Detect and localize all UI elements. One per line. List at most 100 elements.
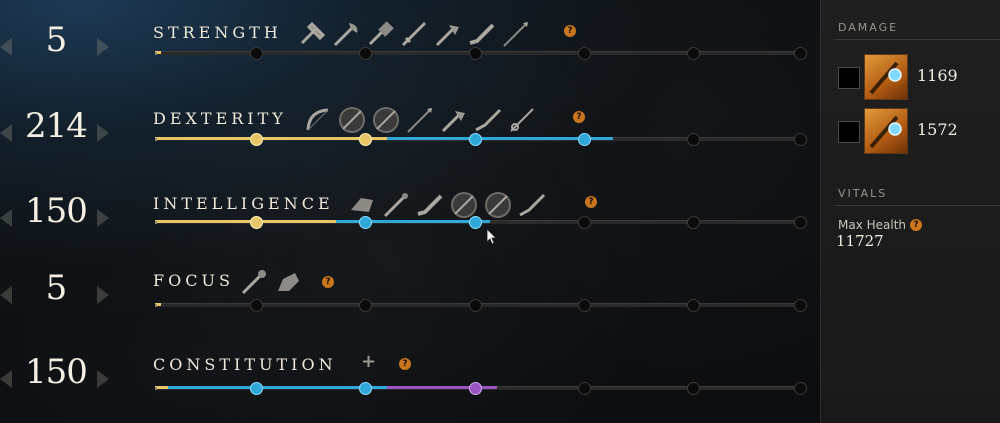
focus-weapons bbox=[239, 266, 303, 298]
sledge-hammer-icon[interactable] bbox=[365, 19, 395, 49]
attribute-milestone-node[interactable] bbox=[359, 299, 373, 312]
attribute-milestone-node[interactable] bbox=[794, 382, 807, 395]
attribute-milestone-node[interactable] bbox=[794, 47, 807, 60]
attribute-milestone-node[interactable] bbox=[250, 216, 264, 229]
ice-gauntlet-icon[interactable] bbox=[273, 267, 303, 297]
strength-progress-track bbox=[155, 46, 807, 60]
attribute-row-constitution: 150 CONSTITUTION + ? bbox=[0, 350, 820, 410]
attribute-row-focus: 5 FOCUS ? bbox=[0, 266, 820, 326]
attribute-milestone-node[interactable] bbox=[250, 299, 264, 312]
damage-row: 1169 bbox=[838, 54, 998, 100]
attribute-milestone-node[interactable] bbox=[577, 133, 591, 146]
attribute-milestone-node[interactable] bbox=[794, 133, 807, 146]
damage-heading: DAMAGE bbox=[838, 21, 899, 34]
constitution-plus-icon: + bbox=[361, 351, 377, 372]
sword-icon[interactable] bbox=[399, 19, 429, 49]
increase-constitution-arrow[interactable] bbox=[97, 370, 109, 388]
attribute-milestone-node[interactable] bbox=[686, 299, 700, 312]
constitution-value: 150 bbox=[25, 352, 88, 392]
attribute-row-dexterity: 214 DEXTERITY ? bbox=[0, 104, 820, 164]
round-shield-icon[interactable] bbox=[371, 105, 401, 135]
track-start-tick bbox=[155, 387, 157, 390]
track-start-tick bbox=[155, 304, 157, 307]
max-health-value: 11727 bbox=[836, 232, 884, 250]
blunderbuss-icon[interactable] bbox=[467, 19, 497, 49]
attribute-row-strength: 5 STRENGTH ? bbox=[0, 18, 820, 78]
strength-help-icon[interactable]: ? bbox=[564, 25, 576, 37]
damage-row: 1572 bbox=[838, 108, 998, 154]
attribute-milestone-node[interactable] bbox=[468, 299, 482, 312]
vitals-divider bbox=[835, 205, 1000, 206]
attribute-milestone-node[interactable] bbox=[468, 47, 482, 60]
max-health-label: Max Health bbox=[838, 218, 907, 232]
war-hammer-icon[interactable] bbox=[297, 19, 327, 49]
hatchet-icon[interactable] bbox=[433, 19, 463, 49]
spear-icon[interactable] bbox=[501, 19, 531, 49]
focus-progress-track bbox=[155, 298, 807, 312]
constitution-help-icon[interactable]: ? bbox=[399, 358, 411, 370]
intelligence-progress-track bbox=[155, 215, 807, 229]
attribute-milestone-node[interactable] bbox=[686, 47, 700, 60]
intelligence-value: 150 bbox=[25, 191, 88, 231]
attribute-milestone-node[interactable] bbox=[359, 382, 373, 395]
life-staff-icon[interactable] bbox=[239, 267, 269, 297]
spear-icon[interactable] bbox=[405, 105, 435, 135]
constitution-progress-track bbox=[155, 381, 807, 395]
increase-strength-arrow[interactable] bbox=[97, 38, 109, 56]
attribute-milestone-node[interactable] bbox=[250, 133, 264, 146]
side-panel: DAMAGE 1169 1572 VITALS Max Health ? 117… bbox=[820, 0, 1000, 423]
attribute-milestone-node[interactable] bbox=[577, 382, 591, 395]
rapier-icon[interactable] bbox=[507, 105, 537, 135]
attribute-milestone-node[interactable] bbox=[468, 216, 482, 229]
gold-progress-fill bbox=[155, 137, 388, 140]
attribute-milestone-node[interactable] bbox=[468, 382, 482, 395]
dexterity-progress-track bbox=[155, 132, 807, 146]
increase-intelligence-arrow[interactable] bbox=[97, 209, 109, 227]
attribute-milestone-node[interactable] bbox=[794, 299, 807, 312]
focus-help-icon[interactable]: ? bbox=[322, 276, 334, 288]
attribute-milestone-node[interactable] bbox=[794, 216, 807, 229]
track-start-tick bbox=[155, 138, 157, 141]
gold-progress-fill bbox=[155, 220, 336, 223]
strength-value: 5 bbox=[45, 20, 68, 60]
attribute-milestone-node[interactable] bbox=[250, 47, 264, 60]
attribute-milestone-node[interactable] bbox=[577, 299, 591, 312]
attribute-milestone-node[interactable] bbox=[577, 216, 591, 229]
dexterity-label: DEXTERITY bbox=[153, 109, 287, 128]
musket-icon[interactable] bbox=[473, 105, 503, 135]
fire-staff-weapon-icon bbox=[864, 108, 908, 154]
track-start-tick bbox=[155, 221, 157, 224]
increase-dexterity-arrow[interactable] bbox=[97, 124, 109, 142]
attribute-milestone-node[interactable] bbox=[686, 216, 700, 229]
vitals-heading: VITALS bbox=[838, 187, 888, 200]
fire-staff-weapon-icon bbox=[864, 54, 908, 100]
attribute-milestone-node[interactable] bbox=[686, 133, 700, 146]
track-start-tick bbox=[155, 52, 157, 55]
mouse-cursor-icon bbox=[487, 229, 497, 245]
focus-label: FOCUS bbox=[153, 271, 234, 290]
intelligence-help-icon[interactable]: ? bbox=[585, 196, 597, 208]
bow-icon[interactable] bbox=[303, 105, 333, 135]
attribute-milestone-node[interactable] bbox=[468, 133, 482, 146]
round-shield-icon[interactable] bbox=[337, 105, 367, 135]
strength-label: STRENGTH bbox=[153, 23, 282, 42]
damage-divider bbox=[835, 39, 1000, 40]
attribute-row-intelligence: 150 INTELLIGENCE ? bbox=[0, 189, 820, 249]
damage-value: 1169 bbox=[917, 66, 958, 85]
attribute-milestone-node[interactable] bbox=[577, 47, 591, 60]
great-axe-icon[interactable] bbox=[331, 19, 361, 49]
dexterity-value: 214 bbox=[25, 106, 88, 146]
attribute-milestone-node[interactable] bbox=[359, 47, 373, 60]
blue-progress-fill bbox=[167, 386, 388, 389]
dexterity-help-icon[interactable]: ? bbox=[573, 111, 585, 123]
damage-checkbox[interactable] bbox=[838, 67, 860, 89]
max-health-help-icon[interactable]: ? bbox=[910, 219, 922, 231]
hatchet-icon[interactable] bbox=[439, 105, 469, 135]
attribute-milestone-node[interactable] bbox=[686, 382, 700, 395]
attribute-milestone-node[interactable] bbox=[359, 133, 373, 146]
damage-checkbox[interactable] bbox=[838, 121, 860, 143]
attribute-milestone-node[interactable] bbox=[359, 216, 373, 229]
increase-focus-arrow[interactable] bbox=[97, 286, 109, 304]
intelligence-label: INTELLIGENCE bbox=[153, 194, 334, 213]
attribute-milestone-node[interactable] bbox=[250, 382, 264, 395]
